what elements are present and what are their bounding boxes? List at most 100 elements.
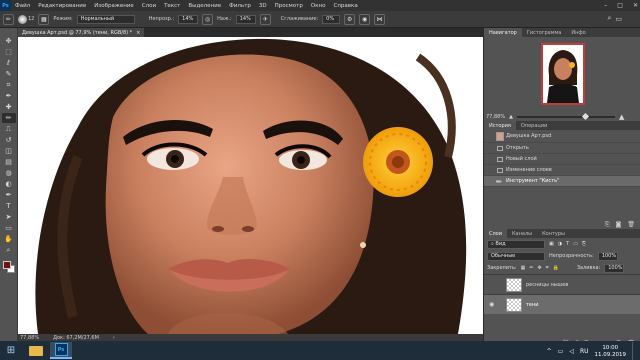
eye-icon[interactable]: ◉	[489, 301, 494, 308]
lock-brush-icon[interactable]: ✏	[529, 265, 533, 271]
menu-help[interactable]: Справка	[329, 3, 361, 9]
lock-move-icon[interactable]: ✥	[538, 265, 542, 271]
airbrush-icon[interactable]: ✈	[259, 13, 271, 25]
tab-actions[interactable]: Операции	[516, 121, 552, 130]
layer-opacity-field[interactable]: 100%	[597, 251, 618, 261]
filter-adjust-icon[interactable]: ◑	[558, 241, 562, 247]
maximize-button[interactable]: □	[617, 2, 623, 9]
history-item-active[interactable]: ✏ Инструмент "Кисть"	[484, 176, 640, 187]
symmetry-icon[interactable]: ⋈	[374, 13, 386, 25]
close-tab-icon[interactable]: ×	[136, 30, 140, 36]
pressure-opacity-icon[interactable]: ◎	[202, 13, 214, 25]
navigator-thumbnail[interactable]	[541, 43, 585, 105]
type-tool-button[interactable]: T	[2, 201, 16, 211]
menu-image[interactable]: Изображение	[90, 3, 138, 9]
crop-tool-button[interactable]: ⌗	[2, 80, 16, 90]
menu-type[interactable]: Текст	[160, 3, 184, 9]
brush-settings-icon[interactable]: ▦	[38, 13, 50, 25]
status-arrow-icon[interactable]: ›	[113, 335, 115, 341]
tab-history[interactable]: История	[484, 121, 516, 130]
history-item[interactable]: Открыть	[484, 143, 640, 154]
zoom-in-icon[interactable]: ▲	[619, 113, 624, 121]
foreground-color-swatch[interactable]	[2, 261, 11, 269]
zoom-tool-button[interactable]: ⌕	[2, 245, 16, 255]
brush-tool-button[interactable]: ✏	[1, 113, 16, 123]
tab-paths[interactable]: Контуры	[537, 229, 570, 238]
tab-histogram[interactable]: Гистограмма	[522, 28, 567, 37]
zoom-readout[interactable]: 77,88%	[20, 335, 39, 341]
network-icon[interactable]: ▭	[558, 348, 564, 355]
camera-icon[interactable]: ◙	[616, 221, 622, 228]
filter-shape-icon[interactable]: ▭	[573, 241, 578, 247]
rectangle-tool-button[interactable]: ▭	[2, 223, 16, 233]
healing-tool-button[interactable]: ✚	[2, 102, 16, 112]
navigator-zoom-slider[interactable]	[516, 112, 615, 120]
system-clock[interactable]: 10:00 11.09.2019	[595, 345, 627, 359]
tab-info[interactable]: Инфо	[566, 28, 590, 37]
layer-filter-select[interactable]: ⌕ Вид	[487, 239, 545, 249]
taskbar-photoshop[interactable]: Ps	[50, 342, 72, 359]
layer-name[interactable]: ресницы нышев	[526, 282, 568, 288]
document-tab[interactable]: Девушка Арт.psd @ 77,9% (тени, RGB/8) * …	[18, 28, 145, 37]
search-icon[interactable]: ⌕	[607, 14, 611, 23]
move-tool-button[interactable]: ✥	[2, 36, 16, 46]
brush-tool-preset-icon[interactable]: ✏	[3, 13, 14, 25]
tab-layers[interactable]: Слои	[484, 229, 507, 238]
menu-3d[interactable]: 3D	[255, 3, 271, 9]
tray-chevron-icon[interactable]: ^	[547, 348, 552, 355]
workspace-icon[interactable]: ▭	[615, 15, 622, 23]
menu-view[interactable]: Просмотр	[271, 3, 307, 9]
filter-pixel-icon[interactable]: ▣	[549, 241, 554, 247]
trash-icon[interactable]: 🗑	[627, 221, 635, 228]
quick-select-tool-button[interactable]: ✎	[2, 69, 16, 79]
navigator-zoom-value[interactable]: 77,88%	[486, 114, 505, 120]
smoothing-settings-icon[interactable]: ⚙	[344, 13, 356, 25]
tab-navigator[interactable]: Навигатор	[484, 28, 522, 37]
smoothing-field[interactable]: 0%	[322, 14, 341, 24]
lock-all-icon[interactable]: 🔒	[553, 265, 559, 271]
marquee-tool-button[interactable]: ⬚	[2, 47, 16, 57]
path-select-tool-button[interactable]: ➤	[2, 212, 16, 222]
history-item[interactable]: Изменение слоев	[484, 165, 640, 176]
fill-field[interactable]: 100%	[604, 263, 625, 273]
taskbar-explorer[interactable]	[25, 342, 47, 359]
minimize-button[interactable]: –	[604, 2, 607, 9]
zoom-out-icon[interactable]: ▲	[509, 114, 513, 120]
zoom-slider-knob[interactable]	[581, 112, 589, 120]
lasso-tool-button[interactable]: ℓ	[2, 58, 16, 68]
blur-tool-button[interactable]: ◍	[2, 168, 16, 178]
pressure-size-icon[interactable]: ◉	[359, 13, 371, 25]
history-snapshot[interactable]: Девушка Арт.psd	[484, 130, 640, 143]
pen-tool-button[interactable]: ✒	[2, 190, 16, 200]
blend-mode-select[interactable]: Обычные	[487, 251, 545, 261]
show-desktop-button[interactable]	[632, 342, 636, 360]
menu-filter[interactable]: Фильтр	[225, 3, 255, 9]
mode-select[interactable]: Нормальный	[76, 14, 135, 24]
menu-edit[interactable]: Редактирование	[34, 3, 90, 9]
color-swatches[interactable]	[2, 260, 16, 276]
doc-size-readout[interactable]: Док: 67,2M/27,6M	[53, 335, 99, 341]
menu-select[interactable]: Выделение	[184, 3, 225, 9]
dodge-tool-button[interactable]: ◐	[2, 179, 16, 189]
layer-name[interactable]: тени	[526, 302, 539, 308]
brush-size-picker[interactable]: 12	[18, 14, 34, 24]
history-brush-tool-button[interactable]: ↺	[2, 135, 16, 145]
menu-layers[interactable]: Слои	[138, 3, 160, 9]
eraser-tool-button[interactable]: ◫	[2, 146, 16, 156]
filter-type-icon[interactable]: T	[566, 241, 569, 247]
lock-pixels-icon[interactable]: ▦	[521, 265, 526, 271]
hand-tool-button[interactable]: ✋	[2, 234, 16, 244]
tab-channels[interactable]: Каналы	[507, 229, 537, 238]
layer-row-active[interactable]: ◉ тени	[484, 294, 640, 314]
gradient-tool-button[interactable]: ▤	[2, 157, 16, 167]
windows-start-icon[interactable]: ⊞	[0, 341, 22, 360]
clone-stamp-tool-button[interactable]: ⎍	[2, 124, 16, 134]
input-language[interactable]: RU	[580, 348, 589, 355]
filter-smart-icon[interactable]: ⎘	[582, 241, 586, 247]
menu-window[interactable]: Окно	[307, 3, 330, 9]
volume-icon[interactable]: ◁	[569, 348, 574, 355]
opacity-field[interactable]: 14%	[178, 14, 199, 24]
flow-field[interactable]: 14%	[235, 14, 256, 24]
menu-file[interactable]: Файл	[11, 3, 34, 9]
layer-row[interactable]: ресницы нышев	[484, 274, 640, 294]
